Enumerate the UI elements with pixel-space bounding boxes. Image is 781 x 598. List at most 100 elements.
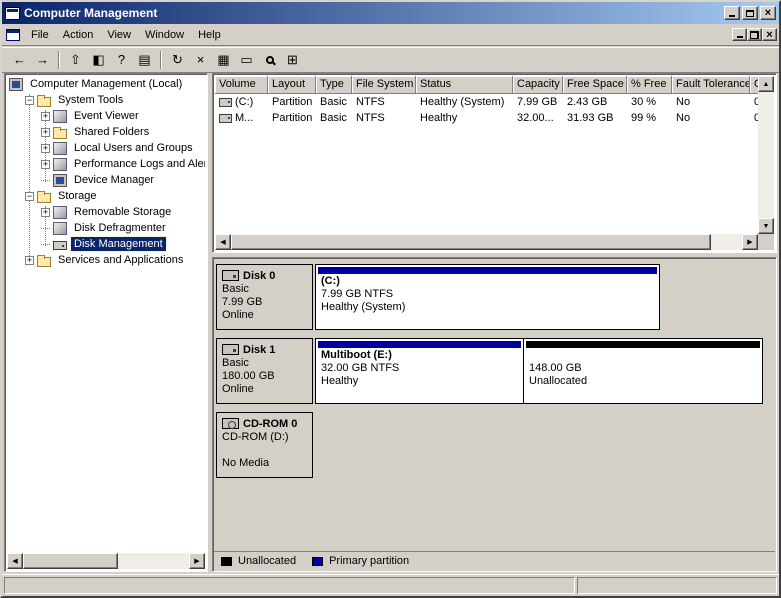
expand-toggle[interactable]: + [41, 208, 50, 217]
scrollbar-thumb[interactable] [23, 553, 118, 569]
tree-horizontal-scrollbar[interactable]: ◀ ▶ [7, 553, 205, 569]
unallocated-space[interactable]: 148.00 GB Unallocated [523, 338, 763, 404]
window-titlebar[interactable]: Computer Management × [2, 2, 779, 24]
menu-action[interactable]: Action [56, 26, 101, 44]
mdi-close-icon: × [766, 30, 772, 40]
partition-label [524, 349, 762, 362]
column-header-capacity[interactable]: Capacity [513, 76, 563, 94]
tree-item-performance-logs-and-alerts[interactable]: + Performance Logs and Alerts [7, 156, 205, 172]
legend-label-primary: Primary partition [329, 555, 409, 567]
cdrom0-info-box[interactable]: CD-ROM 0 CD-ROM (D:) No Media [216, 412, 313, 478]
volume-icon [219, 114, 232, 123]
maximize-button[interactable] [742, 6, 758, 20]
partition-multiboot-e[interactable]: Multiboot (E:) 32.00 GB NTFS Healthy [315, 338, 524, 404]
expand-toggle[interactable]: + [41, 112, 50, 121]
grid-view-button[interactable]: ⊞ [281, 49, 304, 71]
fault-tolerance-cell: No [672, 95, 750, 109]
column-header-type[interactable]: Type [316, 76, 352, 94]
help-button[interactable]: ? [110, 49, 133, 71]
tree-item-disk-defragmenter[interactable]: Disk Defragmenter [7, 220, 205, 236]
menu-file[interactable]: File [24, 26, 56, 44]
scrollbar-track[interactable] [23, 553, 189, 569]
tree-item-system-tools[interactable]: − System Tools [7, 92, 205, 108]
services-icon [37, 257, 51, 267]
refresh-button[interactable]: ↻ [166, 49, 189, 71]
volume-list-vertical-scrollbar[interactable]: ▲ ▼ [758, 76, 774, 234]
column-header-overhead[interactable]: O [750, 76, 758, 94]
tree-item-event-viewer[interactable]: + Event Viewer [7, 108, 205, 124]
volume-row-c[interactable]: (C:) Partition Basic NTFS Healthy (Syste… [215, 94, 758, 110]
export-list-button[interactable]: ▤ [133, 49, 156, 71]
tree-item-label: Computer Management (Local) [27, 77, 185, 91]
column-header-free-space[interactable]: Free Space [563, 76, 627, 94]
tree-item-label: Performance Logs and Alerts [71, 157, 205, 171]
column-header-volume[interactable]: Volume [215, 76, 268, 94]
close-button[interactable]: × [760, 6, 776, 20]
volume-row-multiboot[interactable]: M... Partition Basic NTFS Healthy 32.00.… [215, 110, 758, 126]
partition-size: 7.99 GB NTFS [316, 288, 659, 301]
scroll-right-button[interactable]: ▶ [189, 553, 205, 569]
tree-item-label: Storage [55, 189, 100, 203]
disk-type: CD-ROM (D:) [222, 431, 307, 444]
expand-toggle[interactable]: + [41, 128, 50, 137]
column-header-file-system[interactable]: File System [352, 76, 416, 94]
tree-item-storage[interactable]: − Storage [7, 188, 205, 204]
expand-toggle[interactable]: + [25, 256, 34, 265]
partition-c[interactable]: (C:) 7.99 GB NTFS Healthy (System) [315, 264, 660, 330]
disk-status: Online [222, 309, 307, 322]
tree-item-label: Removable Storage [71, 205, 174, 219]
expand-toggle[interactable]: + [41, 144, 50, 153]
console-tree-pane: Computer Management (Local) − System Too… [4, 73, 208, 572]
scroll-left-button[interactable]: ◀ [215, 234, 231, 250]
menu-bar: File Action View Window Help × [2, 24, 779, 46]
column-header-pct-free[interactable]: % Free [627, 76, 672, 94]
tree-item-device-manager[interactable]: Device Manager [7, 172, 205, 188]
partition-legend: Unallocated Primary partition [214, 551, 775, 570]
column-header-fault-tolerance[interactable]: Fault Tolerance [672, 76, 750, 94]
tree-stub-line [41, 244, 50, 245]
tree-item-services-and-applications[interactable]: + Services and Applications [7, 252, 205, 268]
scroll-up-button[interactable]: ▲ [758, 76, 774, 92]
forward-button[interactable]: → [31, 49, 54, 71]
unallocated-swatch [221, 557, 232, 566]
mdi-minimize-button[interactable] [732, 28, 747, 41]
disk1-info-box[interactable]: Disk 1 Basic 180.00 GB Online [216, 338, 313, 404]
tree-item-computer-management[interactable]: Computer Management (Local) [7, 76, 205, 92]
partition-label: (C:) [316, 275, 659, 288]
collapse-toggle[interactable]: − [25, 96, 34, 105]
back-button[interactable]: ← [8, 49, 31, 71]
console-window-icon[interactable] [6, 29, 20, 41]
open-folder-button[interactable]: ▭ [235, 49, 258, 71]
collapse-toggle[interactable]: − [25, 192, 34, 201]
scrollbar-thumb[interactable] [231, 234, 711, 250]
disk-name: Disk 1 [243, 344, 275, 356]
pct-free-cell: 99 % [627, 111, 672, 125]
column-header-status[interactable]: Status [416, 76, 513, 94]
menu-view[interactable]: View [100, 26, 138, 44]
scrollbar-track[interactable] [758, 92, 774, 218]
column-header-layout[interactable]: Layout [268, 76, 316, 94]
scroll-right-button[interactable]: ▶ [742, 234, 758, 250]
disk0-info-box[interactable]: Disk 0 Basic 7.99 GB Online [216, 264, 313, 330]
scroll-left-button[interactable]: ◀ [7, 553, 23, 569]
computer-management-icon[interactable] [5, 7, 20, 20]
scroll-down-button[interactable]: ▼ [758, 218, 774, 234]
scrollbar-track[interactable] [231, 234, 742, 250]
mdi-restore-button[interactable] [747, 28, 762, 41]
up-one-level-button[interactable]: ⇧ [64, 49, 87, 71]
tree-item-removable-storage[interactable]: + Removable Storage [7, 204, 205, 220]
delete-button[interactable]: × [189, 49, 212, 71]
zoom-button[interactable] [258, 49, 281, 71]
menu-window[interactable]: Window [138, 26, 191, 44]
show-hide-console-tree-button[interactable]: ◧ [87, 49, 110, 71]
mdi-close-button[interactable]: × [762, 28, 777, 41]
tree-item-disk-management[interactable]: Disk Management [7, 236, 205, 252]
menu-help[interactable]: Help [191, 26, 228, 44]
performance-icon [53, 158, 67, 171]
tree-item-shared-folders[interactable]: + Shared Folders [7, 124, 205, 140]
volume-list-horizontal-scrollbar[interactable]: ◀ ▶ [215, 234, 758, 250]
expand-toggle[interactable]: + [41, 160, 50, 169]
tree-item-local-users-and-groups[interactable]: + Local Users and Groups [7, 140, 205, 156]
properties-button[interactable]: ▦ [212, 49, 235, 71]
minimize-button[interactable] [724, 6, 740, 20]
